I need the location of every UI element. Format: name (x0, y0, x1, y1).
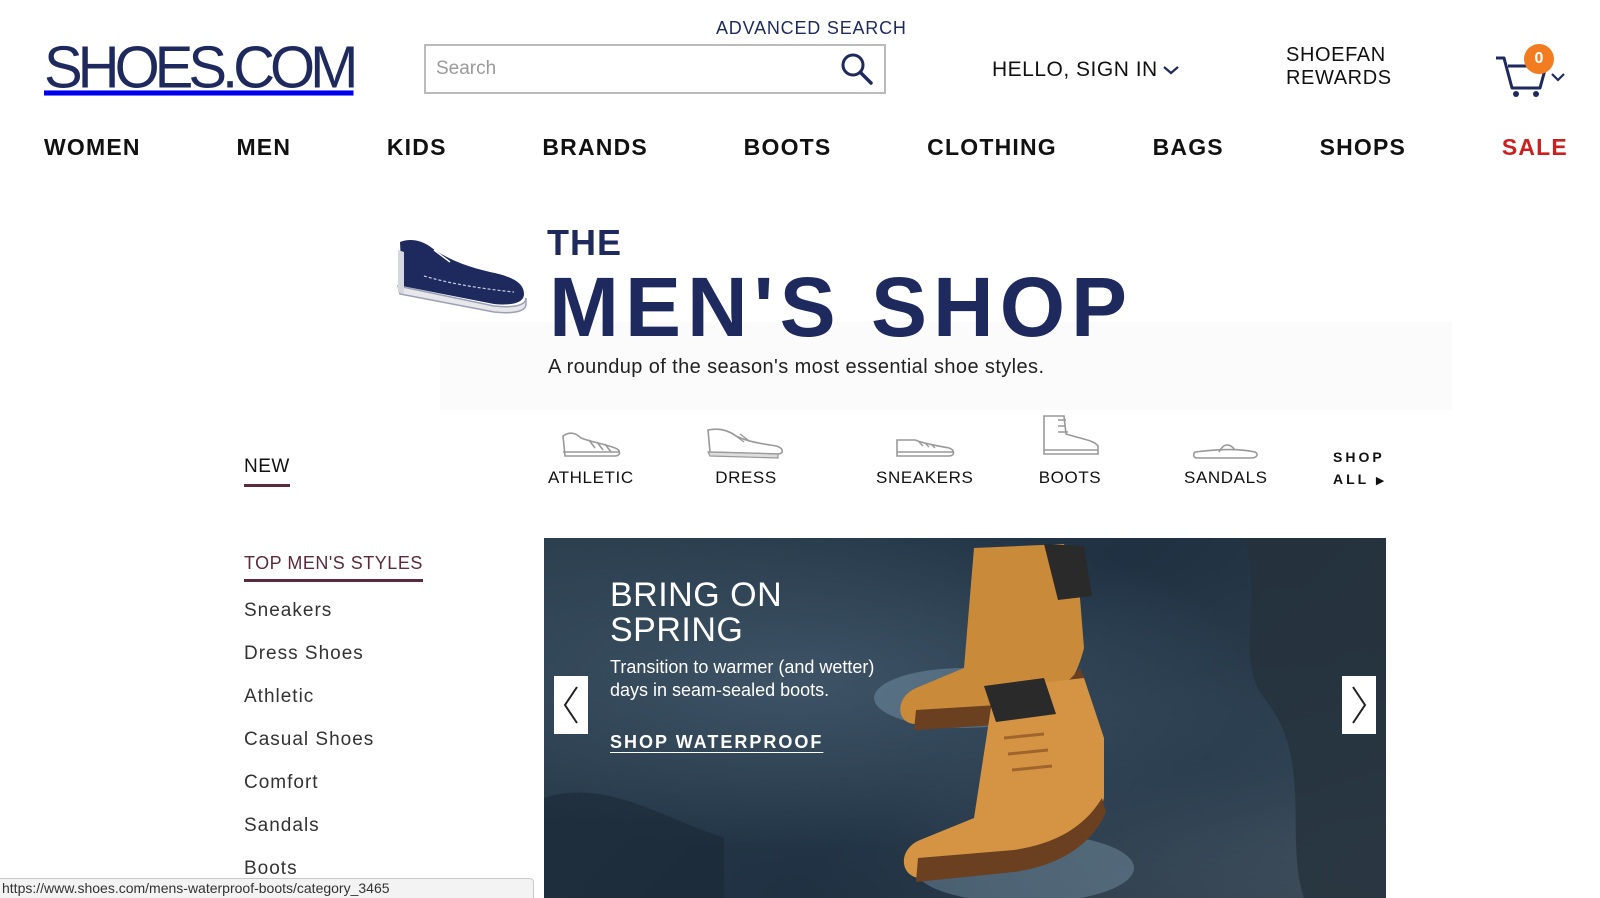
carousel-next-button[interactable] (1342, 676, 1376, 734)
list-item: Comfort (244, 772, 374, 815)
sidebar-item-comfort[interactable]: Comfort (244, 772, 319, 793)
logo-text: SHOES.COM (44, 34, 358, 101)
hero-subtitle: A roundup of the season's most essential… (548, 356, 1045, 378)
play-arrow-icon: ▶ (1375, 475, 1385, 487)
nav-women[interactable]: WOMEN (44, 134, 141, 161)
list-item: Athletic (244, 686, 374, 729)
category-dress[interactable]: DRESS (706, 424, 786, 488)
nav-bags[interactable]: BAGS (1153, 134, 1224, 161)
sidebar-item-dress-shoes[interactable]: Dress Shoes (244, 643, 364, 664)
athletic-shoe-icon (562, 432, 621, 457)
cart-count-badge: 0 (1524, 44, 1554, 74)
category-label: ATHLETIC (548, 468, 634, 487)
carousel-prev-button[interactable] (554, 676, 588, 734)
shoes-logo[interactable]: SHOES.COM (44, 34, 358, 101)
hero-title: MEN'S SHOP (549, 260, 1134, 354)
category-boots[interactable]: BOOTS (1038, 415, 1102, 488)
nav-shops[interactable]: SHOPS (1320, 134, 1407, 161)
banner-title-line1: BRING ON (610, 576, 783, 614)
rewards-line2: REWARDS (1286, 67, 1392, 89)
rewards-line1: SHOEFAN (1286, 44, 1386, 66)
shop-all-line2: ALL (1333, 471, 1369, 487)
browser-status-url: https://www.shoes.com/mens-waterproof-bo… (0, 878, 534, 898)
sidebar-item-sneakers[interactable]: Sneakers (244, 600, 332, 621)
banner-description: Transition to warmer (and wetter) days i… (610, 656, 874, 702)
sidebar-new-link[interactable]: NEW (244, 456, 290, 487)
advanced-search-link[interactable]: ADVANCED SEARCH (716, 18, 907, 39)
list-item: Dress Shoes (244, 643, 374, 686)
category-label: DRESS (715, 468, 777, 487)
sneaker-icon (895, 439, 954, 457)
promo-banner[interactable]: BRING ON SPRING Transition to warmer (an… (544, 538, 1386, 898)
cart-button[interactable]: 0 (1494, 44, 1574, 98)
banner-title-line2: SPRING (610, 611, 744, 649)
nav-men[interactable]: MEN (236, 134, 291, 161)
sandal-icon (1192, 444, 1258, 459)
sidebar-heading: TOP MEN'S STYLES (244, 553, 423, 582)
sidebar-item-boots[interactable]: Boots (244, 858, 298, 879)
banner-desc-line1: Transition to warmer (and wetter) (610, 657, 875, 677)
shop-waterproof-link[interactable]: SHOP WATERPROOF (610, 732, 823, 753)
shop-all-link[interactable]: SHOP ALL ▶ (1333, 446, 1385, 492)
sidebar-item-sandals[interactable]: Sandals (244, 815, 320, 836)
mens-dress-shoe-illustration (396, 240, 527, 314)
nav-brands[interactable]: BRANDS (542, 134, 648, 161)
chevron-left-icon (563, 686, 578, 724)
list-item: Casual Shoes (244, 729, 374, 772)
search-button[interactable] (830, 46, 884, 92)
nav-clothing[interactable]: CLOTHING (927, 134, 1057, 161)
category-athletic[interactable]: ATHLETIC (548, 424, 634, 488)
category-sneakers[interactable]: SNEAKERS (876, 424, 973, 488)
nav-sale[interactable]: SALE (1502, 134, 1568, 161)
sign-in-label: HELLO, SIGN IN (992, 58, 1158, 81)
category-label: SNEAKERS (876, 468, 974, 487)
banner-desc-line2: days in seam-sealed boots. (610, 680, 830, 700)
sidebar-style-list: Sneakers Dress Shoes Athletic Casual Sho… (244, 600, 374, 898)
sign-in-menu[interactable]: HELLO, SIGN IN (992, 58, 1180, 82)
chevron-right-icon (1352, 686, 1367, 724)
banner-title: BRING ON SPRING (610, 578, 782, 648)
shoefan-rewards-link[interactable]: SHOEFAN REWARDS (1286, 44, 1392, 90)
hero-eyebrow: THE (547, 222, 622, 263)
main-nav: WOMEN MEN KIDS BRANDS BOOTS CLOTHING BAG… (44, 134, 1568, 161)
sidebar-item-athletic[interactable]: Athletic (244, 686, 314, 707)
search-input[interactable] (426, 46, 830, 92)
list-item: Sandals (244, 815, 374, 858)
chevron-down-icon (1163, 66, 1179, 75)
shop-all-line1: SHOP (1333, 449, 1385, 465)
dress-shoe-icon (707, 428, 784, 459)
category-label: SANDALS (1184, 468, 1268, 487)
category-label: BOOTS (1038, 468, 1102, 487)
search-icon (841, 53, 873, 85)
category-sandals[interactable]: SANDALS (1184, 424, 1268, 488)
boot-icon (1043, 415, 1099, 455)
list-item: Sneakers (244, 600, 374, 643)
sidebar-item-casual-shoes[interactable]: Casual Shoes (244, 729, 374, 750)
search-box (424, 44, 886, 94)
nav-boots[interactable]: BOOTS (744, 134, 832, 161)
nav-kids[interactable]: KIDS (387, 134, 447, 161)
